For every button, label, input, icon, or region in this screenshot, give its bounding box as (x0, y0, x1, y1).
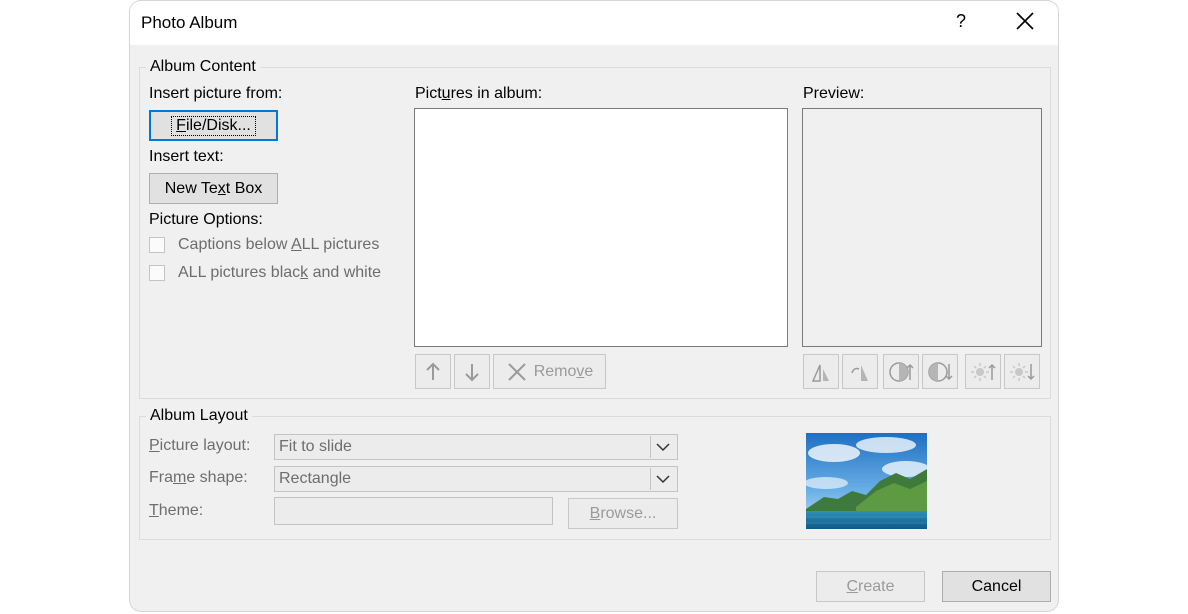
brightness-up-button[interactable] (965, 354, 1001, 389)
remove-x-icon (507, 362, 526, 381)
frame-shape-select[interactable]: Rectangle (274, 466, 678, 492)
rotate-left-button[interactable] (803, 354, 839, 389)
preview-box (802, 108, 1042, 347)
arrow-down-icon (465, 363, 479, 381)
move-up-button[interactable] (415, 354, 451, 389)
insert-picture-from-label: Insert picture from: (149, 85, 283, 102)
album-layout-legend: Album Layout (146, 407, 252, 425)
brightness-up-icon (971, 362, 996, 381)
help-button[interactable]: ? (953, 11, 969, 32)
theme-input[interactable] (274, 497, 553, 525)
chevron-down-icon[interactable] (650, 468, 675, 490)
brightness-down-icon (1010, 362, 1035, 381)
album-content-legend: Album Content (146, 58, 260, 76)
preview-label: Preview: (803, 85, 865, 102)
photo-album-dialog: Photo Album ? Album Content Insert pictu… (129, 0, 1059, 612)
close-icon[interactable] (1014, 10, 1036, 32)
file-disk-button[interactable]: File/Disk... (149, 110, 278, 141)
browse-button[interactable]: Browse... (568, 498, 678, 529)
frame-shape-label: Frame shape: (149, 469, 248, 486)
rotate-right-button[interactable] (842, 354, 878, 389)
black-white-checkbox[interactable] (149, 265, 165, 281)
title-bar: Photo Album ? (130, 1, 1058, 45)
dialog-title: Photo Album (141, 13, 238, 32)
contrast-up-icon (889, 361, 914, 382)
captions-option-label: Captions below ALL pictures (178, 236, 380, 253)
cancel-button[interactable]: Cancel (942, 571, 1051, 602)
captions-checkbox[interactable] (149, 237, 165, 253)
theme-label: Theme: (149, 502, 204, 519)
pictures-in-album-label: Pictures in album: (415, 85, 543, 102)
insert-text-label: Insert text: (149, 148, 224, 165)
move-down-button[interactable] (454, 354, 490, 389)
picture-layout-label: Picture layout: (149, 437, 251, 454)
arrow-up-icon (426, 362, 440, 380)
rotate-right-icon (851, 364, 868, 381)
remove-button[interactable]: Remo v e (493, 354, 606, 389)
chevron-down-icon[interactable] (650, 436, 675, 458)
create-button[interactable]: Create (816, 571, 925, 602)
black-white-option-label: ALL pictures black and white (178, 264, 382, 281)
pictures-list[interactable] (414, 108, 788, 347)
layout-preview-thumbnail (806, 433, 927, 529)
rotate-left-icon (811, 364, 829, 382)
picture-options-label: Picture Options: (149, 211, 263, 228)
picture-layout-select[interactable]: Fit to slide (274, 434, 678, 460)
contrast-up-button[interactable] (883, 354, 919, 389)
contrast-down-icon (928, 361, 953, 382)
brightness-down-button[interactable] (1004, 354, 1040, 389)
contrast-down-button[interactable] (922, 354, 958, 389)
new-text-box-button[interactable]: New Te x t Box (149, 173, 278, 204)
